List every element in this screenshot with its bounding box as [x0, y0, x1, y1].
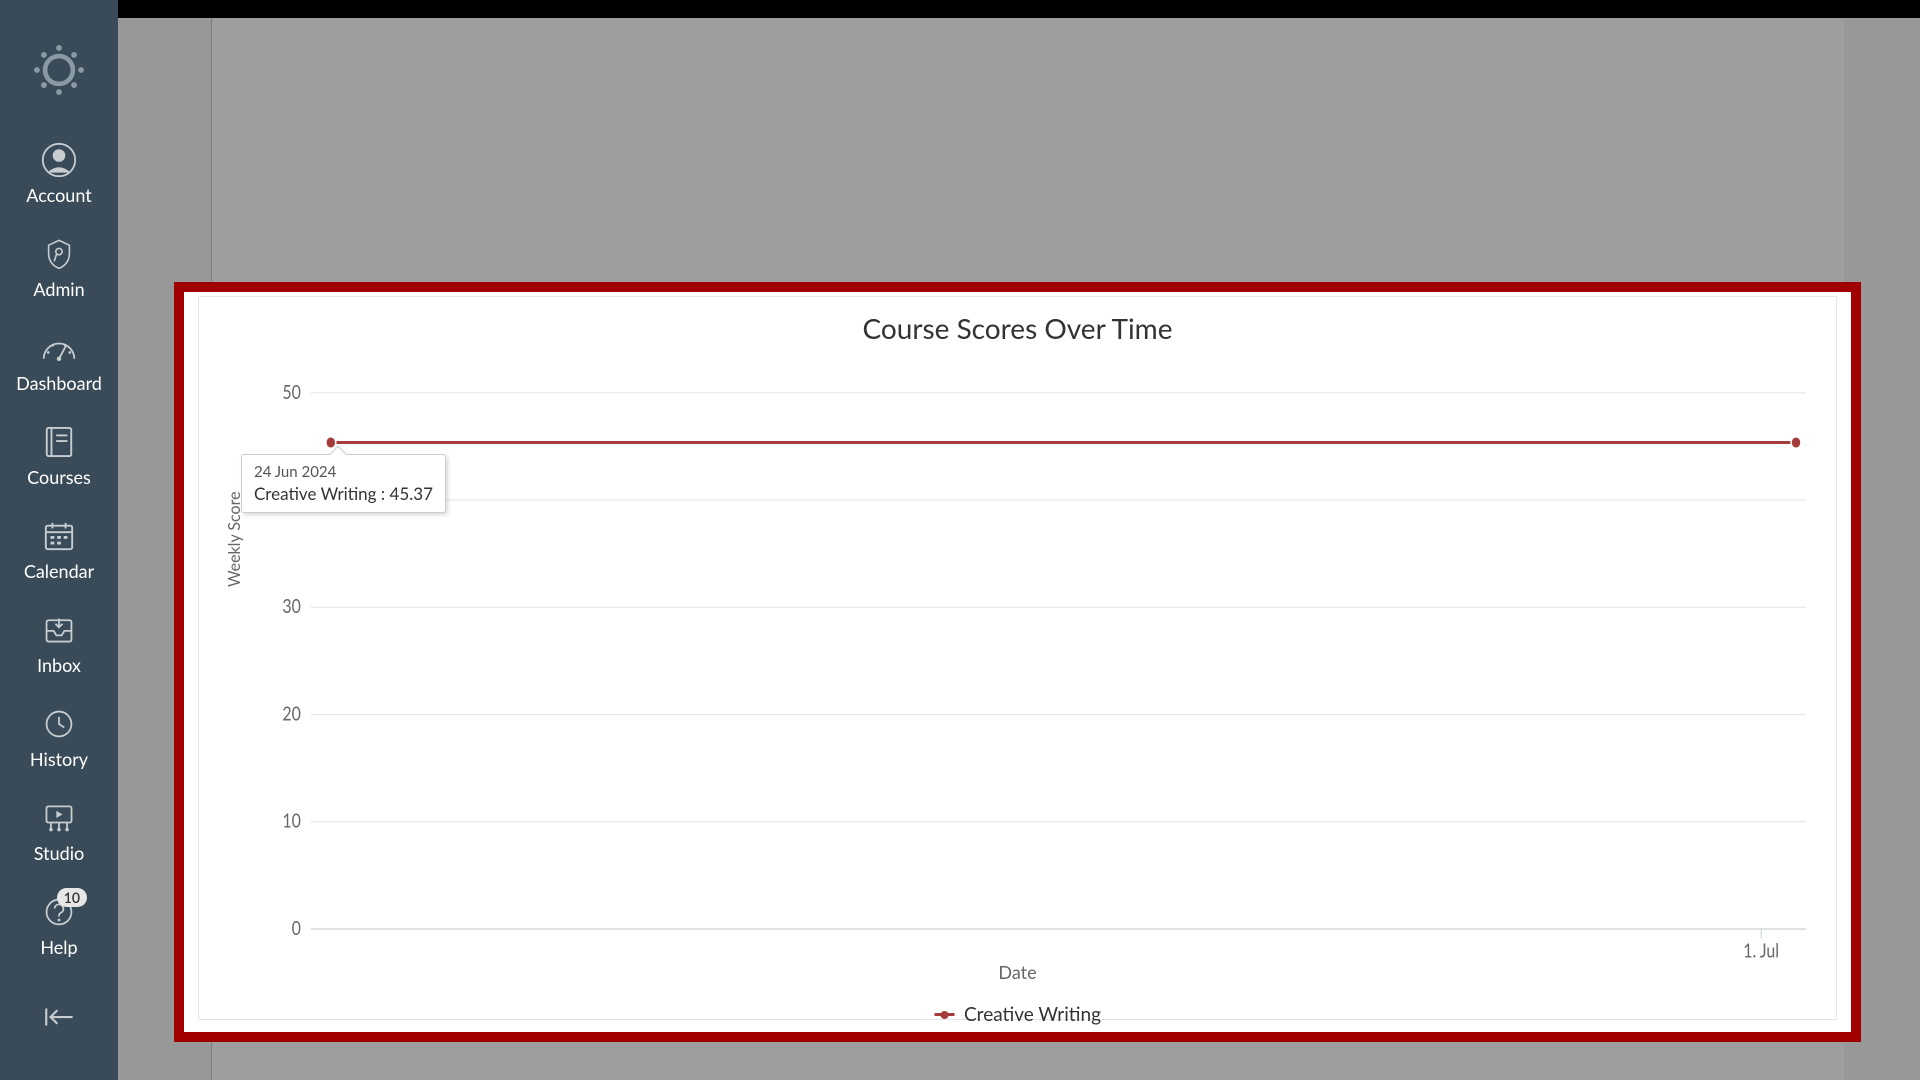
- courses-icon: [41, 424, 77, 460]
- sidebar-item-courses[interactable]: Courses: [0, 412, 118, 506]
- sidebar-item-label: Inbox: [37, 654, 81, 676]
- collapse-icon: [42, 1004, 76, 1030]
- canvas-logo[interactable]: [29, 40, 89, 100]
- chart-highlight-frame: Course Scores Over Time Weekly Score 50 …: [174, 282, 1861, 1042]
- sidebar-item-studio[interactable]: Studio: [0, 788, 118, 882]
- inbox-icon: [41, 612, 77, 648]
- admin-icon: [41, 236, 77, 272]
- sidebar-item-admin[interactable]: Admin: [0, 224, 118, 318]
- sidebar-item-label: History: [30, 748, 88, 770]
- sidebar-collapse-button[interactable]: [0, 984, 118, 1050]
- x-axis-label: Date: [998, 961, 1036, 983]
- data-point-1[interactable]: [1791, 437, 1801, 449]
- legend-label: Creative Writing: [964, 1003, 1101, 1026]
- help-icon: 10: [41, 894, 77, 930]
- legend-swatch-icon: [934, 1013, 954, 1016]
- sidebar-item-calendar[interactable]: Calendar: [0, 506, 118, 600]
- global-nav-sidebar: Account Admin Dashboard Courses Calendar…: [0, 0, 118, 1080]
- sidebar-item-label: Courses: [27, 466, 91, 488]
- chart-tooltip: 24 Jun 2024 Creative Writing : 45.37: [241, 454, 446, 513]
- sidebar-item-label: Help: [40, 936, 77, 958]
- y-tick-20: 20: [282, 702, 300, 725]
- canvas-logo-icon: [30, 41, 88, 99]
- sidebar-item-history[interactable]: History: [0, 694, 118, 788]
- sidebar-item-dashboard[interactable]: Dashboard: [0, 318, 118, 412]
- history-icon: [41, 706, 77, 742]
- sidebar-item-label: Studio: [34, 842, 84, 864]
- sidebar-item-account[interactable]: Account: [0, 130, 118, 224]
- chart-legend[interactable]: Creative Writing: [934, 1003, 1101, 1026]
- y-tick-0: 0: [292, 917, 301, 940]
- y-tick-30: 30: [282, 595, 300, 618]
- chart-card: Course Scores Over Time Weekly Score 50 …: [198, 296, 1837, 1020]
- sidebar-item-label: Account: [26, 184, 91, 206]
- calendar-icon: [41, 518, 77, 554]
- studio-icon: [41, 800, 77, 836]
- dashboard-icon: [41, 330, 77, 366]
- sidebar-item-label: Admin: [33, 278, 84, 300]
- y-tick-50: 50: [282, 380, 300, 403]
- y-tick-10: 10: [282, 809, 300, 832]
- data-point-0[interactable]: [326, 437, 336, 449]
- tooltip-series-value: Creative Writing : 45.37: [254, 483, 433, 504]
- help-badge: 10: [57, 888, 87, 907]
- chart-plot-area[interactable]: 50 40 30 20 10 0 1. Jul 24 Jun 2024 Crea…: [271, 369, 1806, 929]
- x-tick-1jul: 1. Jul: [1743, 939, 1779, 962]
- sidebar-item-help[interactable]: 10 Help: [0, 882, 118, 976]
- sidebar-item-label: Calendar: [24, 560, 94, 582]
- account-icon: [41, 142, 77, 178]
- sidebar-item-inbox[interactable]: Inbox: [0, 600, 118, 694]
- sidebar-item-label: Dashboard: [16, 372, 102, 394]
- tooltip-date: 24 Jun 2024: [254, 463, 433, 481]
- chart-title: Course Scores Over Time: [199, 297, 1836, 353]
